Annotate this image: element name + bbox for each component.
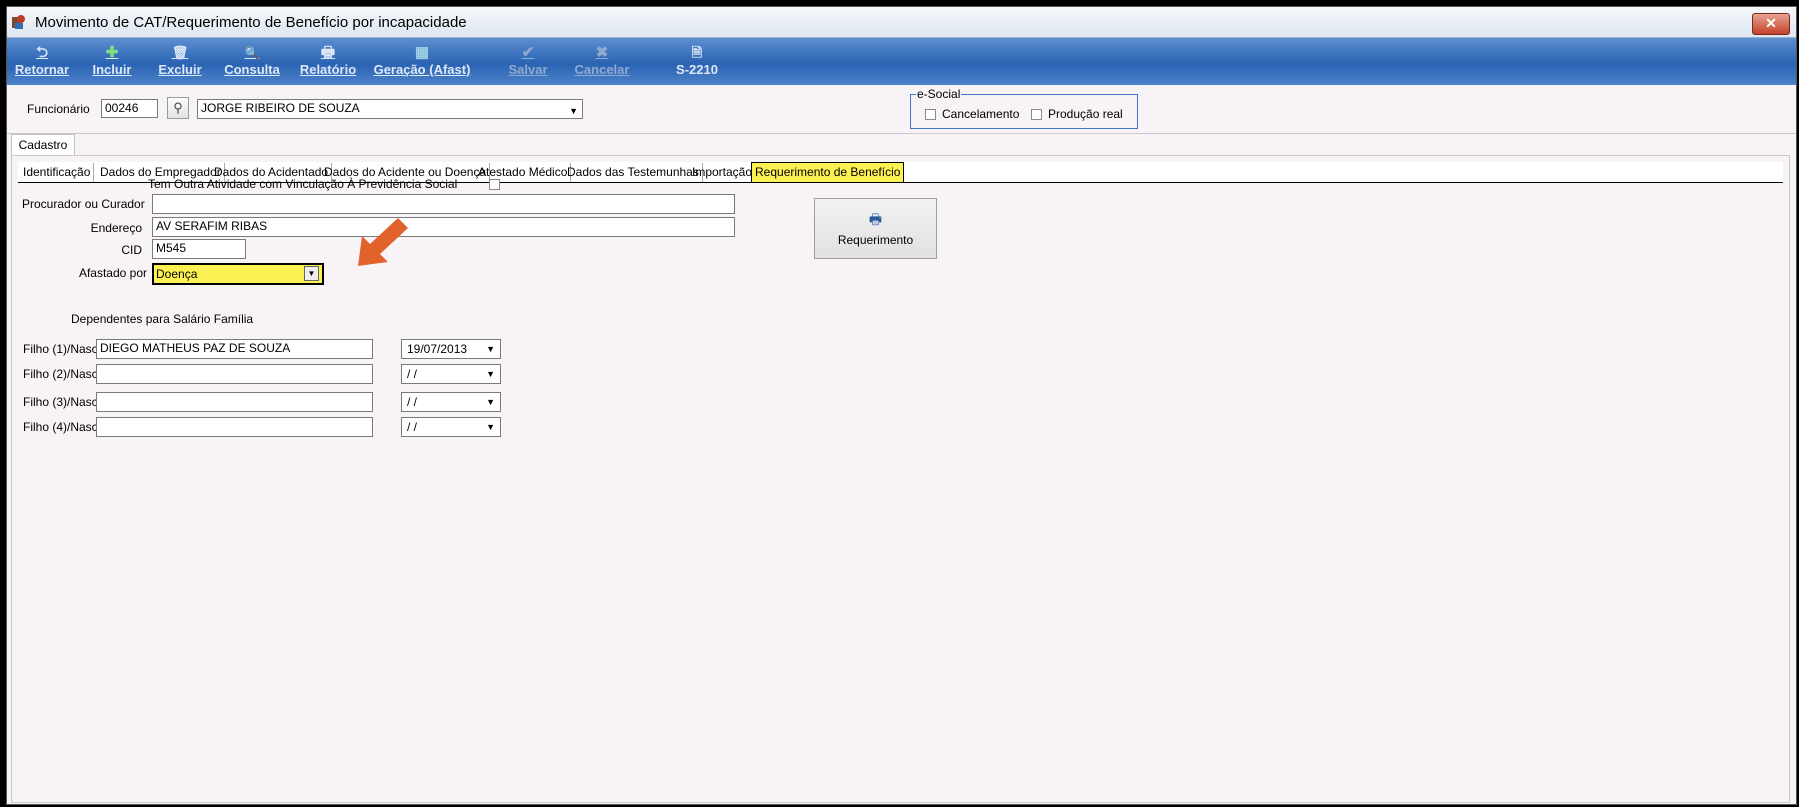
chevron-down-icon: ▼ bbox=[486, 397, 495, 407]
funcionario-code-input[interactable]: 00246 bbox=[101, 99, 158, 118]
delete-icon: 🗑 bbox=[171, 45, 189, 60]
chevron-down-icon: ▼ bbox=[304, 266, 319, 281]
procurador-label: Procurador ou Curador bbox=[22, 197, 145, 211]
tab-dados-testemunhas[interactable]: Dados das Testemunhas bbox=[564, 163, 703, 182]
toolbar: ⮌ Retornar ✚ Incluir 🗑 Excluir 🔍 Consult… bbox=[7, 38, 1796, 85]
salvar-button[interactable]: ✔ Salvar bbox=[505, 38, 551, 85]
afastado-por-select[interactable]: Doença ▼ bbox=[152, 263, 324, 285]
magnifier-icon: ⚲ bbox=[173, 100, 183, 115]
filho-3-date-picker[interactable]: / / ▼ bbox=[401, 392, 501, 412]
outra-atividade-label: Tem Outra Atividade com Vinculação À Pre… bbox=[148, 177, 458, 191]
afastado-label: Afastado por bbox=[78, 266, 147, 280]
producao-real-checkbox[interactable] bbox=[1031, 109, 1042, 120]
tab-importacao[interactable]: Importação bbox=[689, 163, 757, 182]
chevron-down-icon: ▼ bbox=[486, 422, 495, 432]
cancel-icon: ✖ bbox=[595, 44, 609, 61]
esocial-legend: e-Social bbox=[916, 87, 962, 101]
relatorio-button[interactable]: 🖶 Relatório bbox=[297, 38, 359, 85]
printer-icon: 🖶 bbox=[868, 211, 883, 227]
outra-atividade-checkbox[interactable] bbox=[489, 179, 500, 190]
filho-1-date-picker[interactable]: 19/07/2013 ▼ bbox=[401, 339, 501, 359]
filho-4-name-input[interactable] bbox=[96, 417, 373, 437]
app-window: Movimento de CAT/Requerimento de Benefíc… bbox=[6, 6, 1797, 805]
cancelar-button[interactable]: ✖ Cancelar bbox=[572, 38, 632, 85]
retornar-button[interactable]: ⮌ Retornar bbox=[13, 38, 71, 85]
filho-2-date-picker[interactable]: / / ▼ bbox=[401, 364, 501, 384]
window-title: Movimento de CAT/Requerimento de Benefíc… bbox=[35, 14, 467, 31]
endereco-label: Endereço bbox=[90, 221, 142, 235]
filho-3-label: Filho (3)/Nasc bbox=[23, 395, 98, 409]
cid-label: CID bbox=[121, 243, 142, 257]
dependentes-heading: Dependentes para Salário Família bbox=[71, 312, 254, 326]
cancelamento-checkbox[interactable] bbox=[925, 109, 936, 120]
chevron-down-icon: ▼ bbox=[486, 369, 495, 379]
funcionario-name-select[interactable]: JORGE RIBEIRO DE SOUZA ▼ bbox=[197, 99, 583, 119]
cadastro-panel: Identificação Dados do Empregador Dados … bbox=[11, 155, 1790, 803]
filho-1-name-input[interactable]: DIEGO MATHEUS PAZ DE SOUZA bbox=[96, 339, 373, 359]
cid-input[interactable]: M545 bbox=[152, 239, 246, 259]
filho-4-label: Filho (4)/Nasc bbox=[23, 420, 98, 434]
title-bar: Movimento de CAT/Requerimento de Benefíc… bbox=[7, 7, 1796, 38]
grid-icon: ▦ bbox=[414, 44, 430, 61]
filho-4-date-picker[interactable]: / / ▼ bbox=[401, 417, 501, 437]
consulta-button[interactable]: 🔍 Consulta bbox=[221, 38, 283, 85]
chevron-down-icon: ▼ bbox=[486, 344, 495, 354]
funcionario-label: Funcionário bbox=[27, 102, 90, 116]
esocial-group: e-Social Cancelamento Produção real bbox=[910, 87, 1138, 129]
funcionario-search-button[interactable]: ⚲ bbox=[167, 97, 189, 119]
search-icon: 🔍 bbox=[244, 46, 260, 60]
filho-2-label: Filho (2)/Nasc bbox=[23, 367, 98, 381]
cancelamento-label: Cancelamento bbox=[942, 107, 1020, 121]
filho-3-name-input[interactable] bbox=[96, 392, 373, 412]
tab-cadastro[interactable]: Cadastro bbox=[11, 134, 75, 156]
procurador-input[interactable] bbox=[152, 194, 735, 214]
document-icon: 🗎 bbox=[691, 45, 703, 60]
producao-real-label: Produção real bbox=[1048, 107, 1123, 121]
endereco-input[interactable]: AV SERAFIM RIBAS bbox=[152, 217, 735, 237]
tab-identificacao[interactable]: Identificação bbox=[20, 163, 95, 182]
geracao-afast-button[interactable]: ▦ Geração (Afast) bbox=[369, 38, 475, 85]
chevron-down-icon: ▼ bbox=[569, 106, 578, 116]
requerimento-button[interactable]: 🖶 Requerimento bbox=[814, 198, 937, 259]
funcionario-row: Funcionário 00246 ⚲ JORGE RIBEIRO DE SOU… bbox=[7, 86, 1796, 134]
filho-1-label: Filho (1)/Nasc bbox=[23, 342, 98, 356]
excluir-button[interactable]: 🗑 Excluir bbox=[155, 38, 205, 85]
check-icon: ✔ bbox=[521, 44, 535, 61]
print-icon: 🖶 bbox=[320, 44, 336, 61]
incluir-button[interactable]: ✚ Incluir bbox=[87, 38, 137, 85]
add-icon: ✚ bbox=[105, 44, 119, 61]
undo-icon: ⮌ bbox=[35, 44, 48, 61]
filho-2-name-input[interactable] bbox=[96, 364, 373, 384]
annotation-arrow-icon bbox=[358, 218, 408, 266]
s2210-button[interactable]: 🗎 S-2210 bbox=[672, 38, 722, 85]
tab-requerimento-beneficio[interactable]: Requerimento de Benefício bbox=[751, 162, 905, 182]
close-button[interactable]: ✕ bbox=[1752, 13, 1790, 35]
app-icon bbox=[12, 15, 25, 29]
